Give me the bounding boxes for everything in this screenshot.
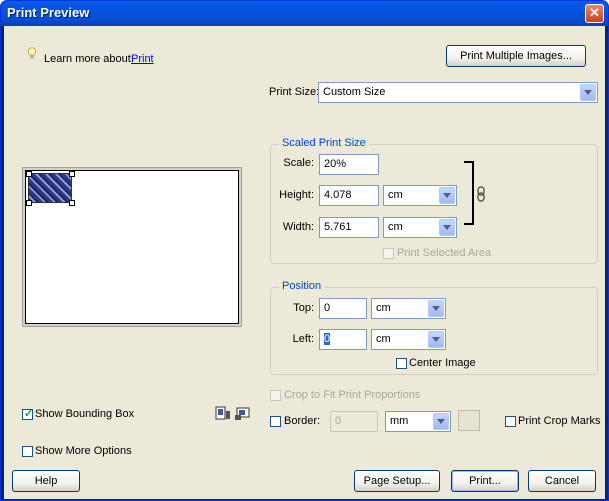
scaled-print-size-title: Scaled Print Size [279,137,369,149]
chevron-down-icon [439,219,455,236]
print-crop-marks-checkbox[interactable] [505,416,516,427]
help-button[interactable]: Help [12,470,80,492]
title-bar[interactable]: Print Preview ✕ [1,1,608,26]
width-unit-select[interactable]: cm [383,217,457,238]
constrain-bracket [464,161,474,225]
print-selected-area-checkbox[interactable] [383,248,394,259]
left-label: Left: [292,333,314,345]
chevron-down-icon [433,413,449,430]
width-input[interactable]: 5.761 [319,217,379,238]
show-more-options-label: Show More Options [35,445,132,457]
page-setup-button[interactable]: Page Setup... [354,470,440,492]
border-label: Border: [284,415,321,427]
left-unit-value: cm [376,333,391,345]
left-value: 0 [324,333,331,345]
resize-handle[interactable] [69,171,75,177]
print-preview-window: Print Preview ✕ Learn more about: Print … [0,0,609,501]
chevron-down-icon [428,331,444,348]
landscape-orientation-icon[interactable] [234,405,250,421]
show-bounding-box-label: Show Bounding Box [35,408,135,420]
show-bounding-box-checkbox[interactable]: ✓ [22,408,34,420]
window-title: Print Preview [7,5,90,20]
scale-input[interactable]: 20% [319,154,379,175]
portrait-orientation-icon[interactable] [215,405,231,421]
crop-to-fit-label: Crop to Fit Print Proportions [284,389,421,401]
center-image-checkbox[interactable] [396,358,407,369]
crop-to-fit-checkbox[interactable] [270,390,281,401]
show-more-options-checkbox[interactable] [22,446,33,457]
cancel-button[interactable]: Cancel [528,470,596,492]
learn-more-label: Learn more about: [44,53,134,65]
border-unit-value: mm [390,415,409,427]
chevron-down-icon [428,300,444,317]
top-unit-value: cm [376,302,391,314]
border-unit-select[interactable]: mm [385,411,451,432]
resize-handle[interactable] [26,200,32,206]
print-multiple-images-button[interactable]: Print Multiple Images... [446,45,586,67]
height-label: Height: [279,189,314,201]
top-label: Top: [293,302,314,314]
chevron-down-icon [439,187,455,204]
width-label: Width: [282,221,314,233]
lightbulb-icon [27,47,37,59]
resize-handle[interactable] [69,200,75,206]
resize-handle[interactable] [26,171,32,177]
chevron-down-icon [580,84,596,101]
print-size-select[interactable]: Custom Size [318,82,598,103]
height-input[interactable]: 4.078 [319,185,379,206]
print-button[interactable]: Print... [451,470,519,492]
close-button[interactable]: ✕ [585,4,604,23]
print-selected-area-label: Print Selected Area [397,247,492,259]
height-unit-value: cm [388,189,403,201]
scale-label: Scale: [283,157,314,169]
dialog-body: Learn more about: Print Print Multiple I… [4,26,605,499]
height-unit-select[interactable]: cm [383,185,457,206]
preview-paper [25,170,239,324]
learn-more-print-link[interactable]: Print [131,53,154,65]
border-color-swatch[interactable] [458,410,480,431]
print-size-value: Custom Size [323,86,386,98]
left-input[interactable]: 0 [319,329,367,350]
print-crop-marks-label: Print Crop Marks [518,415,601,427]
border-width-input[interactable]: 0 [330,411,378,432]
border-checkbox[interactable] [270,416,281,427]
top-input[interactable]: 0 [319,298,367,319]
image-thumbnail[interactable] [28,173,72,203]
position-title: Position [279,280,325,292]
left-unit-select[interactable]: cm [371,329,446,350]
preview-area [22,167,242,327]
link-chain-icon[interactable] [476,186,486,202]
top-unit-select[interactable]: cm [371,298,446,319]
checkmark-icon: ✓ [24,408,34,420]
print-size-label: Print Size: [269,86,320,98]
center-image-label: Center Image [409,357,476,369]
width-unit-value: cm [388,221,403,233]
